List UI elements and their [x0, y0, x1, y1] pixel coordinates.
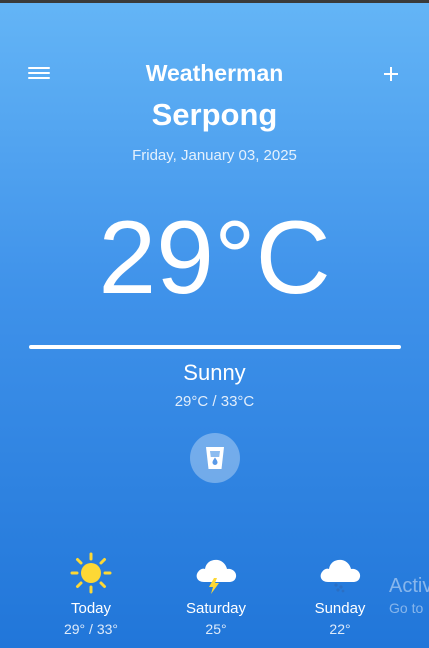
forecast-item-saturday[interactable]: Saturday 25° — [161, 552, 271, 637]
divider — [29, 345, 401, 349]
forecast-day-label: Sunday — [314, 600, 366, 617]
forecast-temperature: 25° — [205, 621, 227, 637]
temperature-range: 29°C / 33°C — [174, 393, 255, 410]
plus-icon[interactable] — [378, 61, 404, 87]
watermark-line-1: Activ — [389, 575, 429, 597]
forecast-item-sunday[interactable]: Sunday 22° — [285, 552, 395, 637]
forecast-day-label: Saturday — [185, 600, 247, 617]
sun-icon — [70, 552, 112, 594]
rain-cloud-icon — [320, 559, 361, 593]
forecast-item-today[interactable]: Today 29° / 33° — [36, 552, 146, 637]
forecast-day-label: Today — [70, 600, 112, 617]
weather-condition: Sunny — [183, 360, 246, 385]
app-title: Weatherman — [145, 60, 284, 86]
forecast-temperature: 22° — [329, 621, 351, 637]
thunderstorm-cloud-icon — [196, 559, 237, 594]
watermark-line-2: Go to — [389, 600, 424, 616]
window-top-border — [0, 0, 429, 3]
current-date: Friday, January 03, 2025 — [132, 147, 297, 164]
current-temperature: 29°C — [98, 200, 331, 316]
forecast-temperature: 29° / 33° — [63, 621, 118, 637]
city-name: Serpong — [151, 97, 278, 132]
app-bar: Weatherman — [0, 55, 429, 91]
water-reminder-button[interactable] — [190, 433, 240, 483]
windows-activation-watermark: Activ Go to — [389, 575, 429, 616]
water-glass-icon — [206, 447, 224, 469]
